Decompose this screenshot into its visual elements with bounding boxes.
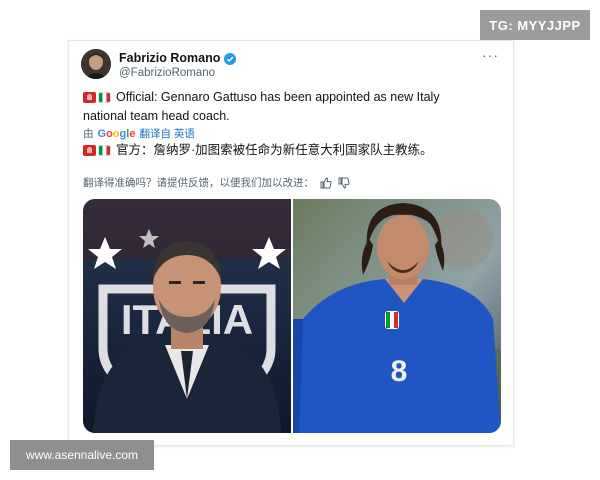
site-watermark: www.asennalive.com — [10, 440, 154, 470]
tweet-text-line2: national team head coach. — [83, 109, 230, 123]
emoji-flags — [83, 91, 113, 108]
italy-flag-icon — [98, 145, 111, 156]
more-icon[interactable]: ··· — [482, 47, 499, 63]
translated-by-label: 由 — [83, 128, 94, 140]
tweet-card[interactable]: Fabrizio Romano @FabrizioRomano ··· Offi… — [68, 40, 514, 446]
emoji-flags-zh — [83, 144, 113, 161]
tweet-text-line1: Official: Gennaro Gattuso has been appoi… — [116, 90, 440, 104]
player-photo-image: 8 — [293, 199, 501, 433]
google-logo: Google — [97, 127, 136, 140]
tweet-media[interactable]: ITALIA — [83, 199, 501, 433]
tweet-header: Fabrizio Romano @FabrizioRomano ··· — [81, 47, 501, 85]
jersey-number: 8 — [391, 355, 408, 388]
translation-attribution: 由 Google 翻译自 英语 — [83, 126, 195, 141]
thumbs-down-icon[interactable] — [338, 177, 350, 189]
coach-photo-image: ITALIA — [83, 199, 291, 433]
photo-gattuso-coach[interactable]: ITALIA — [83, 199, 291, 433]
author-name[interactable]: Fabrizio Romano — [119, 51, 220, 65]
tweet-text: Official: Gennaro Gattuso has been appoi… — [83, 89, 503, 125]
verified-badge-icon — [224, 52, 237, 65]
avatar-image — [81, 49, 111, 79]
author-name-row: Fabrizio Romano — [119, 51, 237, 65]
thumbs-up-icon[interactable] — [320, 176, 332, 189]
alarm-flag-icon — [83, 145, 96, 156]
feedback-prompt: 翻译得准确吗？请提供反馈，以便我们加以改进： — [83, 177, 314, 189]
alarm-flag-icon — [83, 92, 96, 103]
translated-tweet-text: 官方：詹纳罗·加图索被任命为新任意大利国家队主教练。 — [83, 142, 503, 161]
translated-from-english-link[interactable]: 翻译自 英语 — [139, 126, 194, 141]
translated-text: 官方：詹纳罗·加图索被任命为新任意大利国家队主教练。 — [116, 143, 433, 157]
page: TG: MYYJJPP Fabrizio Romano @FabrizioRom… — [0, 0, 600, 480]
author-avatar[interactable] — [81, 49, 111, 79]
photo-gattuso-player[interactable]: 8 — [293, 199, 501, 433]
translation-feedback: 翻译得准确吗？请提供反馈，以便我们加以改进： — [83, 175, 350, 190]
italy-flag-icon — [98, 92, 111, 103]
telegram-watermark: TG: MYYJJPP — [480, 10, 590, 40]
author-handle[interactable]: @FabrizioRomano — [119, 67, 215, 79]
